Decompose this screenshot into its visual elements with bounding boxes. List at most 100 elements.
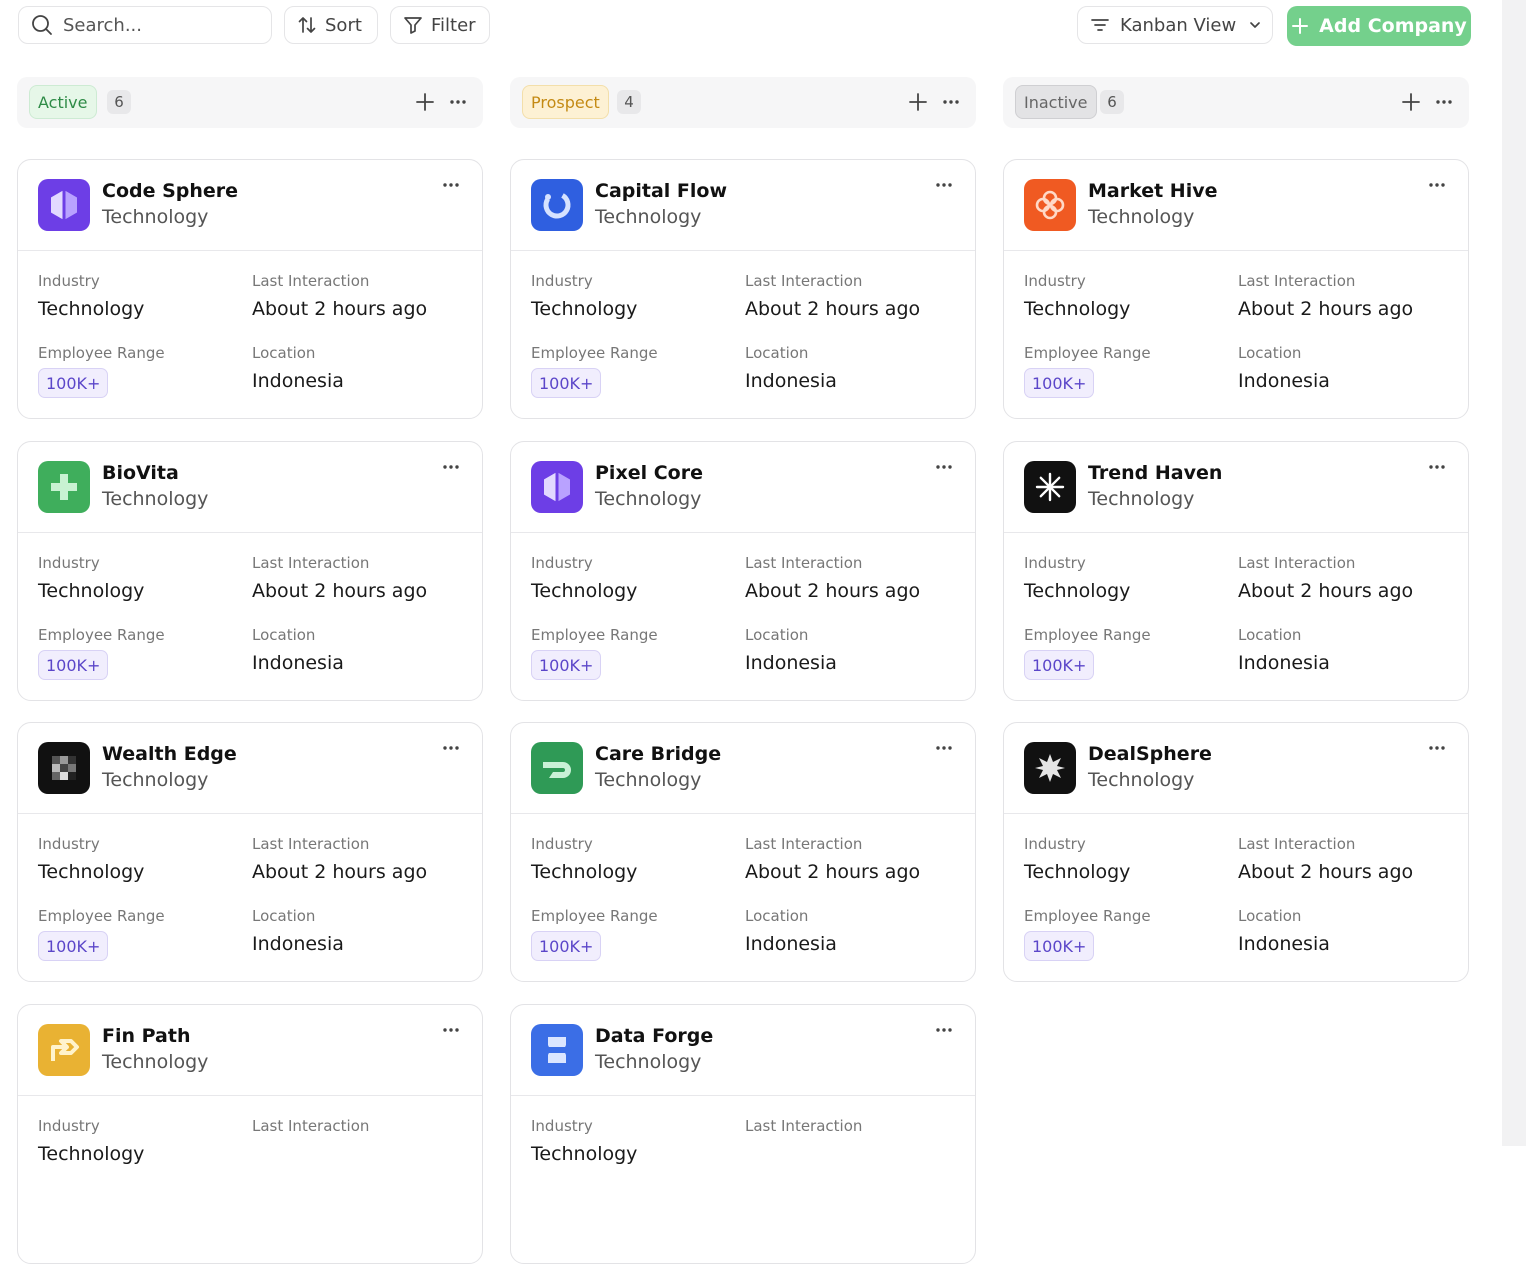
more-icon[interactable] — [935, 464, 953, 470]
more-icon[interactable] — [1435, 99, 1453, 105]
status-pill[interactable]: Active — [29, 85, 97, 119]
last-interaction-label: Last Interaction — [1238, 272, 1356, 290]
employee-range-badge: 100K+ — [38, 931, 109, 961]
column-header: Active 6 — [17, 77, 483, 128]
company-card[interactable]: Care Bridge Technology Industry Last Intera… — [510, 722, 976, 982]
company-card[interactable]: BioVita Technology Industry Last Interactio… — [17, 441, 483, 701]
company-card[interactable]: Pixel Core Technology Industry Last Interac… — [510, 441, 976, 701]
location-value: Indonesia — [745, 933, 837, 955]
company-card[interactable]: Code Sphere Technology Industry Last Intera… — [17, 159, 483, 419]
location-value: Indonesia — [1238, 370, 1330, 392]
last-interaction-value: About 2 hours ago — [1238, 580, 1414, 602]
company-card[interactable]: Data Forge Technology Industry Last Interac… — [510, 1004, 976, 1264]
more-icon[interactable] — [942, 99, 960, 105]
more-icon[interactable] — [1428, 182, 1446, 188]
more-icon[interactable] — [935, 745, 953, 751]
employee-range-badge: 100K+ — [38, 368, 109, 398]
card-header: Capital Flow Technology — [511, 160, 975, 251]
company-card[interactable]: Wealth Edge Technology Industry Last Intera… — [17, 722, 483, 982]
industry-value: Technology — [38, 298, 145, 320]
blue-hourglass-logo — [531, 1024, 583, 1076]
company-name: Care Bridge — [595, 743, 722, 765]
employee-range-badge: 100K+ — [1024, 368, 1095, 398]
employee-range-label: Employee Range — [1024, 626, 1151, 644]
location-label: Location — [745, 626, 809, 644]
card-header: Care Bridge Technology — [511, 723, 975, 814]
company-category: Technology — [1088, 206, 1195, 228]
sort-button[interactable]: Sort — [284, 6, 378, 44]
black-asterisk-logo — [1024, 461, 1076, 513]
employee-range-label: Employee Range — [1024, 907, 1151, 925]
last-interaction-label: Last Interaction — [1238, 554, 1356, 572]
company-category: Technology — [1088, 769, 1195, 791]
filter-icon — [403, 15, 423, 35]
employee-range-label: Employee Range — [38, 907, 165, 925]
view-selector[interactable]: Kanban View — [1077, 6, 1273, 44]
company-name: Trend Haven — [1088, 462, 1223, 484]
location-value: Indonesia — [1238, 652, 1330, 674]
search-box[interactable] — [18, 6, 272, 44]
location-label: Location — [745, 344, 809, 362]
more-icon[interactable] — [1428, 464, 1446, 470]
company-category: Technology — [595, 1051, 702, 1073]
blue-ring-logo — [531, 179, 583, 231]
more-icon[interactable] — [935, 1027, 953, 1033]
more-icon[interactable] — [935, 182, 953, 188]
scrollbar-track[interactable] — [1502, 0, 1526, 1146]
last-interaction-value: About 2 hours ago — [252, 298, 428, 320]
more-icon[interactable] — [442, 464, 460, 470]
card-header: Data Forge Technology — [511, 1005, 975, 1096]
industry-label: Industry — [38, 835, 100, 853]
more-icon[interactable] — [449, 99, 467, 105]
status-pill[interactable]: Inactive — [1015, 85, 1097, 119]
company-card[interactable]: Market Hive Technology Industry Last Intera… — [1003, 159, 1469, 419]
industry-value: Technology — [38, 580, 145, 602]
black-pixel-logo — [38, 742, 90, 794]
card-header: Trend Haven Technology — [1004, 442, 1468, 533]
company-name: Wealth Edge — [102, 743, 237, 765]
plus-icon[interactable] — [908, 92, 928, 112]
industry-label: Industry — [531, 835, 593, 853]
status-pill[interactable]: Prospect — [522, 85, 609, 119]
company-card[interactable]: Trend Haven Technology Industry Last Intera… — [1003, 441, 1469, 701]
location-value: Indonesia — [252, 370, 344, 392]
employee-range-badge: 100K+ — [1024, 931, 1095, 961]
location-label: Location — [1238, 344, 1302, 362]
last-interaction-value: About 2 hours ago — [1238, 298, 1414, 320]
filter-button[interactable]: Filter — [390, 6, 490, 44]
purple-hexagon-logo — [531, 461, 583, 513]
toolbar: Sort Filter Kanban View Add Company — [18, 6, 1471, 46]
industry-label: Industry — [38, 554, 100, 572]
industry-label: Industry — [1024, 272, 1086, 290]
plus-icon[interactable] — [415, 92, 435, 112]
add-company-button[interactable]: Add Company — [1287, 6, 1471, 46]
company-card[interactable]: Capital Flow Technology Industry Last Inter… — [510, 159, 976, 419]
column-header: Prospect 4 — [510, 77, 976, 128]
industry-label: Industry — [531, 554, 593, 572]
location-value: Indonesia — [1238, 933, 1330, 955]
company-category: Technology — [1088, 488, 1195, 510]
company-card[interactable]: Fin Path Technology Industry Last Interacti… — [17, 1004, 483, 1264]
industry-value: Technology — [38, 1143, 145, 1165]
employee-range-badge: 100K+ — [38, 650, 109, 680]
more-icon[interactable] — [442, 1027, 460, 1033]
kanban-column-active: Active 6 Code Sphere Technology Industry Last… — [17, 77, 483, 1264]
employee-range-label: Employee Range — [1024, 344, 1151, 362]
location-label: Location — [1238, 907, 1302, 925]
location-label: Location — [252, 344, 316, 362]
card-header: BioVita Technology — [18, 442, 482, 533]
more-icon[interactable] — [442, 182, 460, 188]
search-icon — [31, 14, 53, 36]
more-icon[interactable] — [442, 745, 460, 751]
add-company-label: Add Company — [1319, 15, 1467, 37]
more-icon[interactable] — [1428, 745, 1446, 751]
company-name: BioVita — [102, 462, 179, 484]
company-category: Technology — [595, 206, 702, 228]
location-label: Location — [1238, 626, 1302, 644]
kanban-column-prospect: Prospect 4 Capital Flow Technology Industry L… — [510, 77, 976, 1264]
plus-icon[interactable] — [1401, 92, 1421, 112]
industry-label: Industry — [1024, 554, 1086, 572]
industry-label: Industry — [531, 272, 593, 290]
company-card[interactable]: DealSphere Technology Industry Last Interac… — [1003, 722, 1469, 982]
search-input[interactable] — [61, 13, 265, 37]
